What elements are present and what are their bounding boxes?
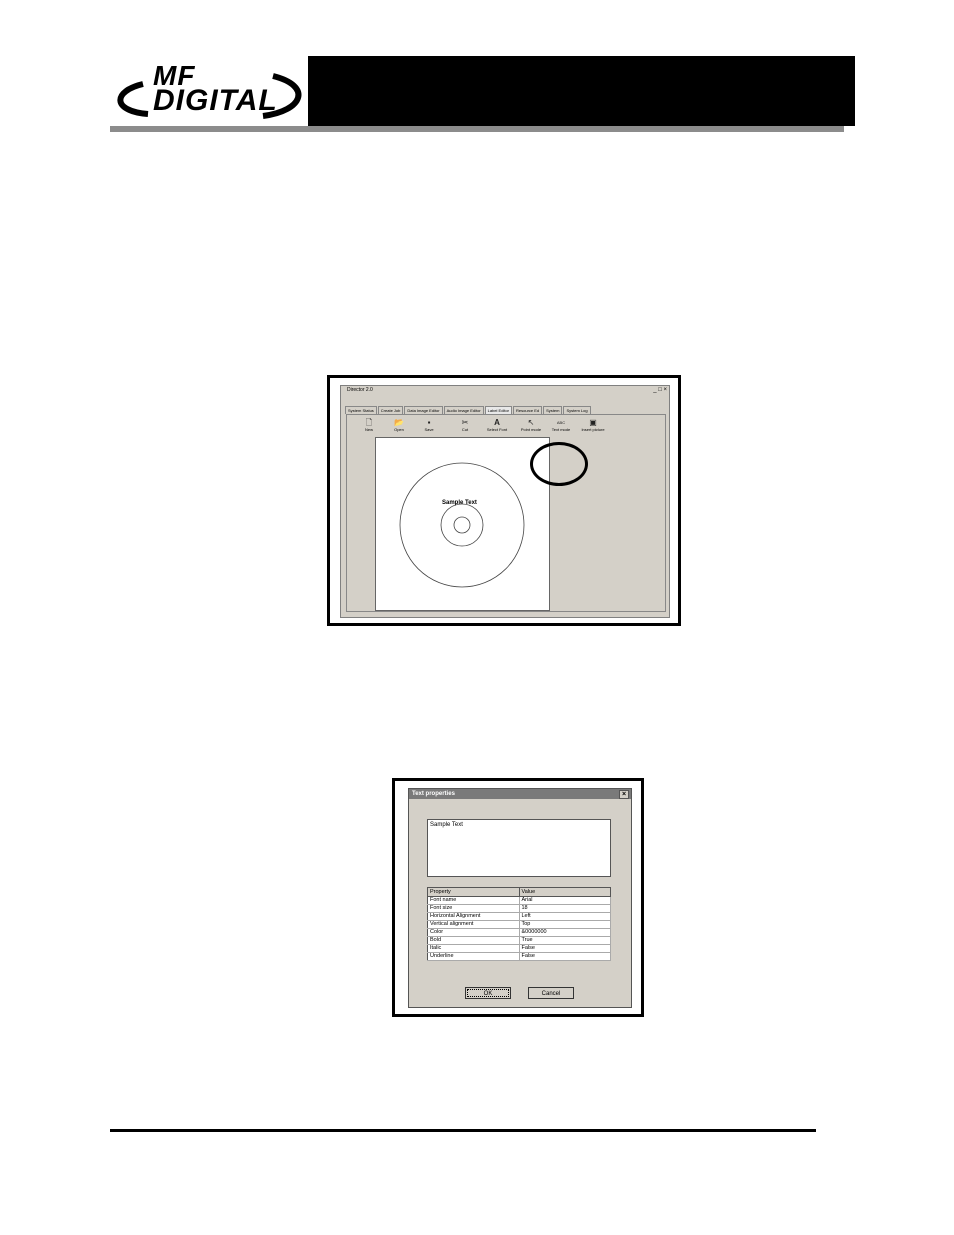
table-row[interactable]: Italic False [427, 944, 611, 953]
property-value[interactable]: False [519, 952, 611, 961]
open-label: Open [394, 427, 404, 432]
abc-text-icon: ABC [556, 420, 566, 425]
sample-text-object[interactable]: Sample Text [442, 500, 477, 506]
property-name: Font name [427, 896, 520, 905]
table-row[interactable]: Underline False [427, 952, 611, 961]
footer-rule [110, 1129, 816, 1132]
font-a-icon: A [494, 418, 500, 427]
text-mode-label: Text mode [551, 427, 571, 432]
label-editor-screenshot: Director 2.0 _ □ × System Status Create … [327, 375, 681, 626]
insert-picture-button[interactable]: ▣ Insert picture [579, 418, 607, 432]
column-header-value[interactable]: Value [518, 887, 611, 897]
property-name: Underline [427, 952, 520, 961]
property-name: Vertical alignment [427, 920, 520, 929]
window-title: Director 2.0 [341, 386, 669, 394]
column-header-property[interactable]: Property [427, 887, 520, 897]
property-value[interactable]: &0000000 [519, 928, 611, 937]
new-label: New [364, 427, 373, 432]
property-value[interactable]: Left [519, 912, 611, 921]
highlight-circle [530, 442, 588, 486]
new-button[interactable]: 🗋 New [355, 418, 383, 432]
property-name: Font size [427, 904, 520, 913]
dialog-title-bar: Text properties × [409, 789, 631, 799]
property-name: Color [427, 928, 520, 937]
property-value[interactable]: False [519, 944, 611, 953]
insert-picture-label: Insert picture [581, 427, 605, 432]
scissors-icon: ✂ [461, 418, 469, 427]
cut-button[interactable]: ✂ Cut [451, 418, 479, 432]
cut-label: Cut [461, 427, 469, 432]
tab-resource-editor[interactable]: Resource Ed [513, 406, 543, 414]
table-row[interactable]: Bold True [427, 936, 611, 945]
table-row[interactable]: Font name Arial [427, 896, 611, 905]
property-name: Italic [427, 944, 520, 953]
select-font-button[interactable]: A Select Font [483, 418, 511, 432]
text-input-area[interactable]: Sample Text [427, 819, 611, 877]
cancel-button[interactable]: Cancel [528, 987, 574, 999]
mf-digital-logo: MF DIGITAL [103, 56, 308, 126]
select-font-label: Select Font [486, 427, 508, 432]
property-value[interactable]: Top [519, 920, 611, 929]
tab-strip: System Status Create Job Data Image Edit… [345, 406, 592, 414]
header-shadow [110, 126, 844, 132]
tab-system-status[interactable]: System Status [345, 406, 377, 414]
point-mode-button[interactable]: ↖ Point mode [517, 418, 545, 432]
save-button[interactable]: ▪ Save [415, 418, 443, 432]
tab-data-image-editor[interactable]: Data Image Editor [404, 406, 443, 414]
close-icon[interactable]: × [619, 790, 629, 799]
cd-label-drawing [399, 462, 525, 588]
open-button[interactable]: 📂 Open [385, 418, 413, 432]
picture-icon: ▣ [589, 418, 597, 427]
director-window: Director 2.0 _ □ × System Status Create … [340, 385, 670, 618]
tab-create-job[interactable]: Create Job [377, 406, 404, 414]
property-value[interactable]: 18 [519, 904, 611, 913]
text-mode-button[interactable]: ABC Text mode [547, 418, 575, 432]
label-editor-panel: 🗋 New 📂 Open ▪ Save ✂ Cut A Select Font ↖ Poin… [346, 414, 666, 612]
text-properties-screenshot: Text properties × Sample Text Property V… [392, 778, 644, 1017]
property-name: Horizontal Alignment [427, 912, 520, 921]
logo-digital: DIGITAL [153, 84, 278, 117]
property-value[interactable]: Arial [519, 896, 611, 905]
table-row[interactable]: Color &0000000 [427, 928, 611, 937]
window-controls[interactable]: _ □ × [653, 386, 667, 394]
label-canvas[interactable]: Sample Text [375, 437, 550, 611]
save-label: Save [424, 427, 434, 432]
pointer-icon: ↖ [527, 418, 535, 427]
table-row[interactable]: Horizontal Alignment Left [427, 912, 611, 921]
header-banner: MF DIGITAL [103, 56, 855, 126]
point-mode-label: Point mode [520, 427, 542, 432]
text-properties-dialog: Text properties × Sample Text Property V… [408, 788, 632, 1008]
tab-system-log[interactable]: System Log [563, 406, 591, 414]
tab-system[interactable]: System [543, 406, 563, 414]
ok-button[interactable]: OK [465, 987, 511, 999]
property-name: Bold [427, 936, 520, 945]
property-grid: Property Value Font name Arial Font size 1… [427, 887, 611, 961]
tab-audio-image-editor[interactable]: Audio Image Editor [443, 406, 484, 414]
dialog-title: Text properties [412, 791, 455, 797]
property-value[interactable]: True [519, 936, 611, 945]
save-disk-icon: ▪ [427, 418, 431, 427]
tab-label-editor[interactable]: Label Editor [484, 406, 513, 414]
table-row[interactable]: Vertical alignment Top [427, 920, 611, 929]
new-document-icon: 🗋 [365, 418, 373, 427]
open-folder-icon: 📂 [394, 418, 404, 427]
table-row[interactable]: Font size 18 [427, 904, 611, 913]
